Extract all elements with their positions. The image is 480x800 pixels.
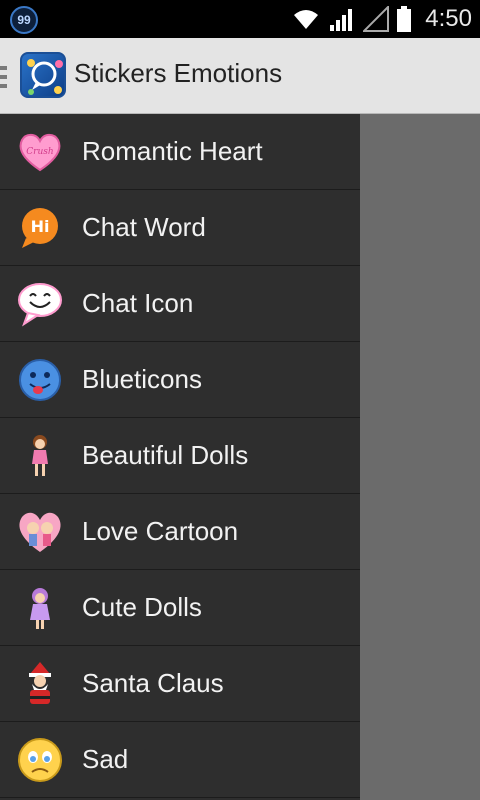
svg-text:Hi: Hi — [31, 217, 50, 236]
drawer-item-label: Love Cartoon — [82, 516, 239, 546]
content-area-dimmed[interactable] — [360, 114, 480, 800]
drawer-indicator-icon[interactable] — [0, 66, 7, 88]
love-cartoon-icon — [19, 512, 61, 552]
app-title: Stickers Emotions — [74, 58, 283, 88]
cute-doll-icon — [30, 588, 50, 629]
signal-empty-icon — [363, 6, 390, 32]
drawer-item-chat-word[interactable]: Hi Chat Word — [0, 190, 360, 266]
santa-icon — [29, 662, 51, 704]
drawer-item-sad[interactable]: Sad — [0, 722, 360, 798]
smile-bubble-icon — [18, 283, 62, 327]
svg-text:Crush: Crush — [26, 147, 53, 157]
status-bar: 99 4:50 — [0, 0, 480, 38]
signal-icon — [330, 9, 353, 31]
doll-icon — [32, 435, 48, 476]
drawer-item-beautiful-dolls[interactable]: Beautiful Dolls — [0, 418, 360, 494]
drawer-item-blueticons[interactable]: Blueticons — [0, 342, 360, 418]
drawer-item-cute-dolls[interactable]: Cute Dolls — [0, 570, 360, 646]
action-bar: Stickers Emotions — [0, 38, 480, 114]
status-icons: 4:50 — [291, 0, 472, 38]
battery-icon — [397, 6, 412, 32]
hi-bubble-icon: Hi — [22, 208, 58, 248]
drawer-item-romantic-heart[interactable]: Crush Romantic Heart — [0, 114, 360, 190]
blue-smiley-icon — [19, 359, 61, 401]
wifi-icon — [294, 10, 319, 29]
drawer-item-chat-icon[interactable]: Chat Icon — [0, 266, 360, 342]
heart-crush-icon: Crush — [19, 133, 61, 172]
notification-badge: 99 — [10, 6, 38, 34]
clock: 4:50 — [425, 5, 472, 32]
app-logo-icon[interactable] — [20, 52, 66, 98]
drawer-item-label: Blueticons — [82, 364, 202, 394]
drawer-item-label: Chat Icon — [82, 288, 194, 318]
sad-face-icon — [18, 738, 62, 782]
drawer-item-label: Romantic Heart — [82, 136, 263, 166]
drawer-item-label: Sad — [82, 744, 129, 774]
drawer-item-label: Cute Dolls — [82, 592, 202, 622]
drawer-item-label: Beautiful Dolls — [82, 440, 249, 470]
drawer-item-label: Santa Claus — [82, 668, 224, 698]
drawer-item-santa-claus[interactable]: Santa Claus — [0, 646, 360, 722]
drawer-item-love-cartoon[interactable]: Love Cartoon — [0, 494, 360, 570]
navigation-drawer: Crush Romantic Heart Hi Chat Word Chat I… — [0, 114, 360, 800]
drawer-item-label: Chat Word — [82, 212, 206, 242]
